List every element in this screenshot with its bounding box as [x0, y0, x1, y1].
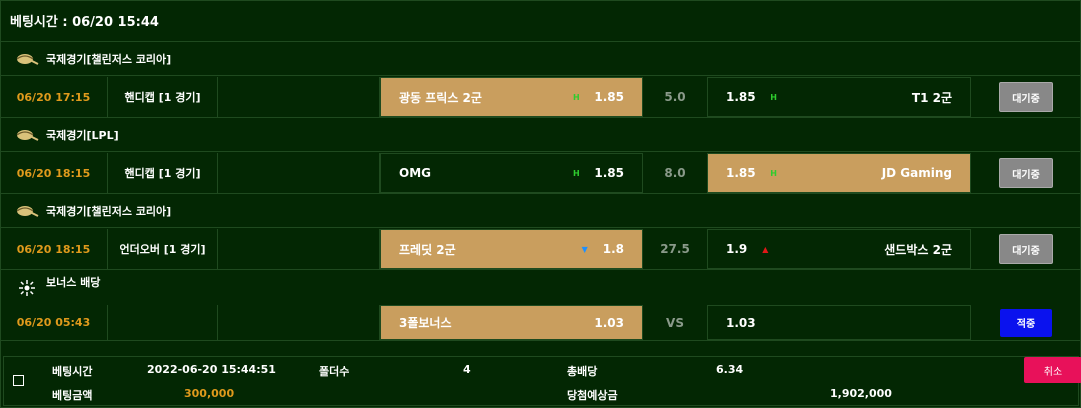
- away-option[interactable]: 1.03: [707, 305, 971, 340]
- league-name: 국제경기[챌린저스 코리아]: [46, 53, 172, 66]
- home-team: 광동 프릭스 2군: [399, 90, 482, 105]
- league-header: 보너스 배당: [0, 271, 1081, 305]
- spacer-cell: [218, 305, 380, 340]
- league-header: 국제경기[LPL]: [0, 119, 1081, 152]
- spacer-cell: [218, 229, 380, 269]
- bet-summary: 베팅시간 2022-06-20 15:44:51 폴더수 4 총배당 6.34 …: [3, 356, 1081, 406]
- match-time: 06/20 18:15: [0, 153, 108, 193]
- away-team: T1 2군: [911, 90, 952, 105]
- handicap-indicator-icon: H: [770, 168, 777, 178]
- league-name: 국제경기[챌린저스 코리아]: [46, 205, 172, 218]
- folder-count-label: 폴더수: [319, 365, 350, 378]
- match-time: 06/20 18:15: [0, 229, 108, 269]
- status-pending-button[interactable]: 대기중: [999, 158, 1053, 188]
- status-cell: 적중: [971, 305, 1081, 340]
- away-odd: 1.9: [726, 242, 748, 256]
- away-team: 샌드박스 2군: [884, 242, 952, 257]
- home-team: 프레딧 2군: [399, 242, 456, 257]
- away-option[interactable]: 1.85 H T1 2군: [707, 77, 971, 117]
- bet-type: 언더오버 [1 경기]: [108, 229, 218, 269]
- globe-icon: [14, 49, 40, 69]
- status-pending-button[interactable]: 대기중: [999, 234, 1053, 264]
- status-cell: 대기중: [971, 77, 1081, 117]
- status-pending-button[interactable]: 대기중: [999, 82, 1053, 112]
- home-option[interactable]: OMG H 1.85: [380, 153, 643, 193]
- league-name: 국제경기[LPL]: [46, 129, 119, 142]
- match-row: 06/20 18:15 언더오버 [1 경기] 프레딧 2군 ▼ 1.8 27.…: [0, 229, 1081, 270]
- home-odd: 1.85: [594, 166, 624, 180]
- bonus-icon: [14, 278, 40, 298]
- away-option[interactable]: 1.9 ▲ 샌드박스 2군: [707, 229, 971, 269]
- spacer-cell: [218, 77, 380, 117]
- expected-win-value: 1,902,000: [830, 387, 892, 400]
- away-odd: 1.85: [726, 166, 756, 180]
- bet-time-label: 베팅시간: [52, 365, 93, 378]
- status-cell: 대기중: [971, 229, 1081, 269]
- handicap-indicator-icon: H: [770, 92, 777, 102]
- bet-amount-value: 300,000: [184, 387, 235, 400]
- home-option[interactable]: 3폴보너스 1.03: [380, 305, 643, 340]
- handicap-value: 8.0: [664, 166, 686, 180]
- match-time: 06/20 17:15: [0, 77, 108, 117]
- away-team: JD Gaming: [881, 166, 952, 180]
- league-name: 보너스 배당: [46, 276, 101, 289]
- home-odd: 1.8: [602, 242, 624, 256]
- under-arrow-icon: ▼: [581, 244, 588, 254]
- over-under-line: 27.5: [660, 242, 690, 256]
- summary-row: 베팅시간 2022-06-20 15:44:51 폴더수 4 총배당 6.34: [4, 359, 1078, 381]
- globe-icon: [14, 125, 40, 145]
- handicap-indicator-icon: H: [573, 92, 580, 102]
- home-team: 3폴보너스: [399, 316, 452, 330]
- status-hit-button[interactable]: 적중: [1000, 308, 1052, 337]
- match-row: 06/20 17:15 핸디캡 [1 경기] 광동 프릭스 2군 H 1.85 …: [0, 77, 1081, 118]
- away-odd: 1.03: [726, 315, 756, 330]
- bet-type: 핸디캡 [1 경기]: [108, 153, 218, 193]
- match-row: 06/20 18:15 핸디캡 [1 경기] OMG H 1.85 8.0 1.…: [0, 153, 1081, 194]
- home-option[interactable]: 프레딧 2군 ▼ 1.8: [380, 229, 643, 269]
- total-odds-value: 6.34: [716, 363, 744, 376]
- bet-type: 핸디캡 [1 경기]: [108, 77, 218, 117]
- away-option[interactable]: 1.85 H JD Gaming: [707, 153, 971, 193]
- bet-type: [108, 305, 218, 340]
- bet-amount-label: 베팅금액: [52, 389, 93, 402]
- over-arrow-icon: ▲: [762, 244, 769, 254]
- total-odds-label: 총배당: [567, 365, 598, 378]
- cancel-button[interactable]: 취소: [1024, 357, 1081, 383]
- globe-icon: [14, 201, 40, 221]
- home-odd: 1.03: [594, 315, 624, 330]
- expected-win-label: 당첨예상금: [567, 389, 618, 402]
- home-odd: 1.85: [594, 90, 624, 104]
- spacer-cell: [218, 153, 380, 193]
- vs-label: VS: [666, 315, 684, 330]
- summary-row: 베팅금액 300,000 당첨예상금 1,902,000: [4, 383, 1078, 405]
- bet-time-label: 베팅시간 : 06/20 15:44: [10, 15, 159, 30]
- away-odd: 1.85: [726, 90, 756, 104]
- handicap-value: 5.0: [664, 90, 686, 104]
- match-time: 06/20 05:43: [0, 305, 108, 340]
- status-cell: 대기중: [971, 153, 1081, 193]
- handicap-indicator-icon: H: [573, 168, 580, 178]
- match-row: 06/20 05:43 3폴보너스 1.03 VS 1.03 적중: [0, 305, 1081, 341]
- bet-time-value: 2022-06-20 15:44:51: [147, 363, 276, 376]
- bet-time-header: 베팅시간 : 06/20 15:44: [0, 0, 1081, 42]
- home-option[interactable]: 광동 프릭스 2군 H 1.85: [380, 77, 643, 117]
- home-team: OMG: [399, 166, 431, 180]
- league-header: 국제경기[챌린저스 코리아]: [0, 43, 1081, 76]
- folder-count-value: 4: [463, 363, 471, 376]
- league-header: 국제경기[챌린저스 코리아]: [0, 195, 1081, 228]
